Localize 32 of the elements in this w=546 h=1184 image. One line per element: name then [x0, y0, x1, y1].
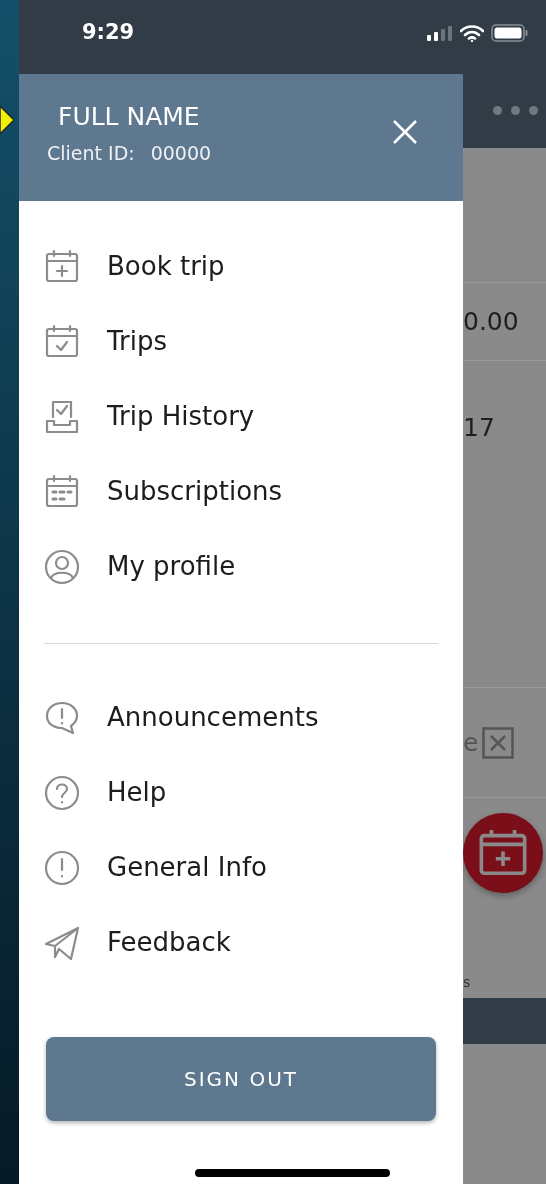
user-name: FULL NAME: [57, 101, 201, 133]
client-id-label: Client ID:: [47, 141, 135, 166]
menu-item[interactable]: Trip History: [19, 379, 463, 454]
calendar-plus-icon: [44, 248, 80, 285]
menu-item[interactable]: My profile: [19, 529, 463, 604]
close-icon: [392, 119, 418, 145]
menu-item[interactable]: Book trip: [19, 229, 463, 304]
close-box-icon: [482, 726, 515, 759]
calendar-check-icon: [44, 323, 80, 360]
signal-icon: [427, 25, 453, 41]
footer-text: s: [463, 973, 471, 992]
info-icon: [44, 849, 80, 886]
menu-item[interactable]: General Info: [19, 830, 463, 905]
pointer-marker-icon: [0, 106, 14, 134]
menu-item[interactable]: Trips: [19, 304, 463, 379]
profile-icon: [44, 548, 80, 585]
paper-plane-icon: [44, 924, 80, 961]
menu-item[interactable]: Feedback: [19, 905, 463, 980]
amount-text: 0.00: [463, 305, 519, 338]
tray-check-icon: [44, 398, 80, 435]
menu-item[interactable]: Subscriptions: [19, 454, 463, 529]
number-text: 17: [463, 413, 496, 443]
menu-item[interactable]: Announcements: [19, 680, 463, 755]
help-icon: [44, 774, 80, 811]
status-time: 9:29: [82, 19, 135, 47]
menu-item[interactable]: Help: [19, 755, 463, 830]
battery-icon: [491, 24, 528, 42]
wifi-icon: [460, 24, 484, 42]
client-id: 00000: [150, 141, 212, 166]
sign-out-button[interactable]: SIGN OUT: [46, 1037, 436, 1121]
calendar-icon: [44, 473, 80, 510]
announcement-icon: [44, 699, 80, 736]
